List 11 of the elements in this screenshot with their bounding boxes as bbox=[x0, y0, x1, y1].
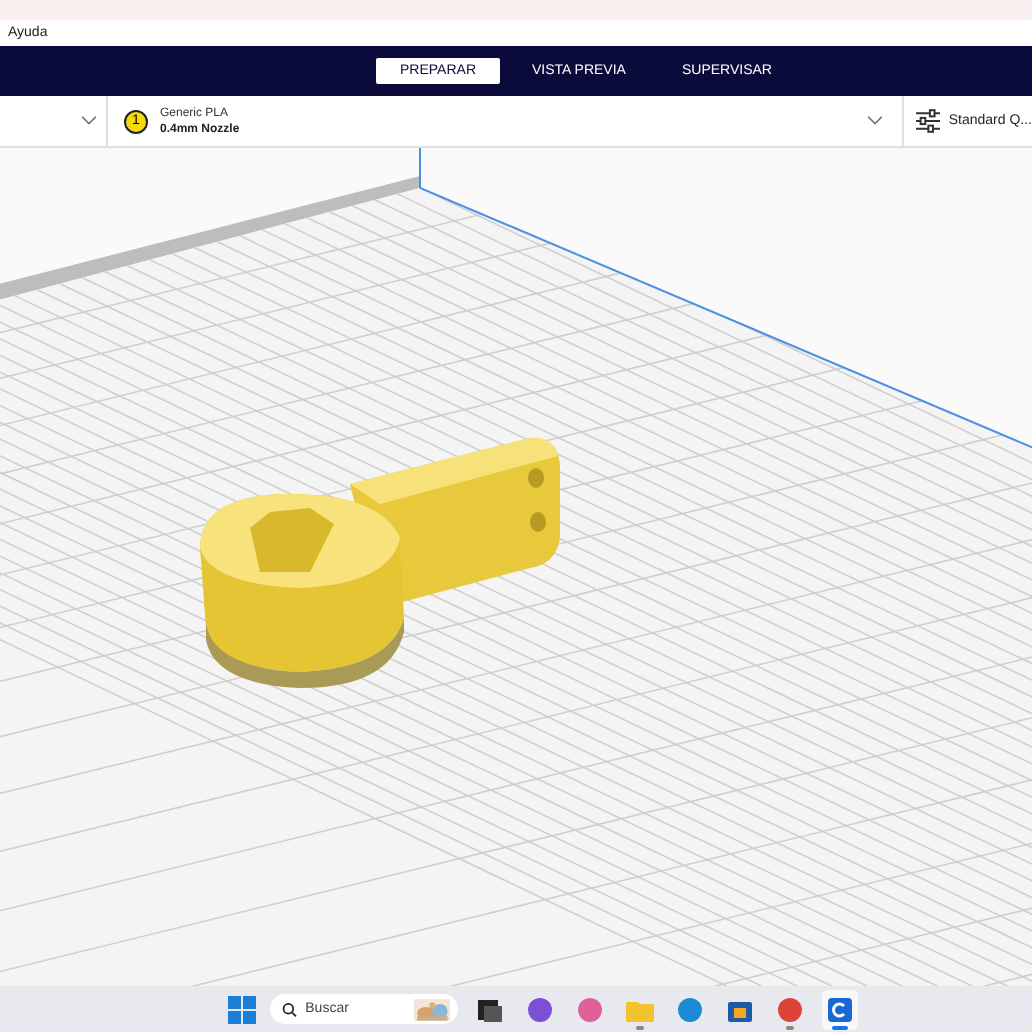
search-icon bbox=[282, 999, 298, 1019]
chevron-icon[interactable] bbox=[868, 116, 882, 126]
sliders-icon bbox=[916, 108, 941, 134]
app-icon bbox=[526, 995, 554, 1023]
app-icon bbox=[826, 995, 854, 1023]
app-icon bbox=[476, 995, 504, 1023]
app-icon bbox=[576, 995, 604, 1023]
app-icon bbox=[776, 995, 804, 1023]
app-icon bbox=[676, 995, 704, 1023]
start-icon[interactable] bbox=[228, 995, 256, 1023]
chevron-icon[interactable] bbox=[82, 116, 96, 126]
